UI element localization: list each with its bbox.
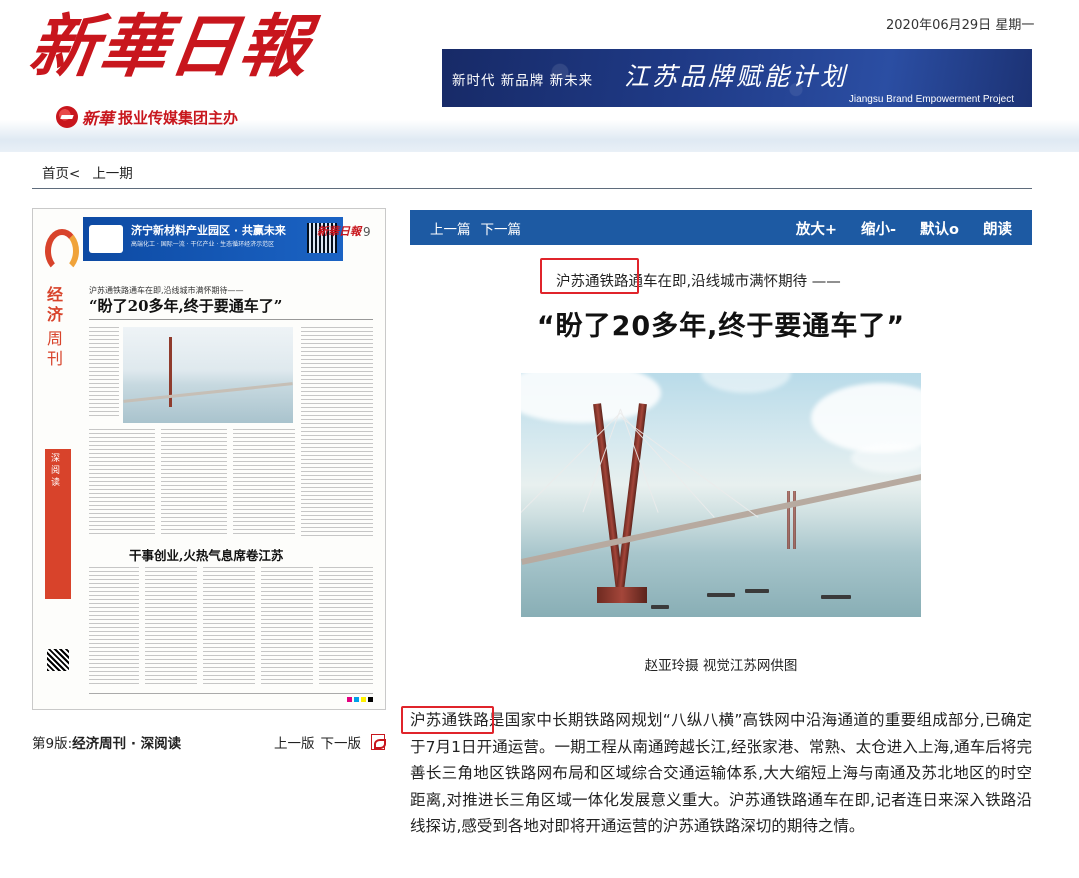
thumbnail-advertisement: 济宁新材料产业园区 · 共赢未来 高端化工 · 国际一流 · 干亿产业 · 生态… bbox=[83, 217, 343, 261]
color-registration-marks bbox=[347, 697, 373, 702]
next-page-link[interactable]: 下一版 bbox=[321, 732, 362, 752]
ad-subtitle: 高端化工 · 国际一流 · 干亿产业 · 生态循环经济示范区 bbox=[131, 241, 275, 248]
xinhua-logo-icon bbox=[56, 106, 78, 128]
photo-cloud bbox=[851, 443, 921, 473]
thumbnail-footer-rule bbox=[89, 693, 373, 694]
thumb-deck bbox=[123, 382, 293, 403]
default-size-button[interactable]: 默认o bbox=[920, 218, 959, 239]
publisher-text: 报业传媒集团主办 bbox=[118, 108, 239, 127]
swirl-logo-icon bbox=[45, 229, 79, 273]
site-header: 新華日報 新華 报业传媒集团主办 2020年06月29日 星期一 新时代 新品牌… bbox=[0, 0, 1079, 152]
column-name-weekly: 周刊 bbox=[47, 329, 64, 368]
read-aloud-button[interactable]: 朗读 bbox=[983, 218, 1012, 239]
bridge-photo[interactable] bbox=[521, 373, 921, 617]
thumbnail-text-column bbox=[319, 567, 373, 687]
newspaper-page-thumbnail[interactable]: 济宁新材料产业园区 · 共赢未来 高端化工 · 国际一流 · 干亿产业 · 生态… bbox=[32, 208, 386, 710]
page-caption-prefix: 第9版: bbox=[32, 736, 73, 752]
publisher-line: 新華 报业传媒集团主办 bbox=[56, 104, 238, 130]
ad-title: 济宁新材料产业园区 · 共赢未来 bbox=[131, 224, 286, 237]
thumbnail-masthead: 新華日報 bbox=[317, 225, 361, 238]
thumbnail-text-column bbox=[89, 567, 139, 687]
ad-logo-icon bbox=[89, 225, 123, 253]
thumbnail-qr-icon bbox=[47, 649, 69, 671]
thumbnail-bridge-photo bbox=[123, 327, 293, 423]
prev-issue-link[interactable]: 上一期 bbox=[92, 162, 133, 182]
photo-credit: 赵亚玲摄 视觉江苏网供图 bbox=[644, 658, 798, 674]
article-headline: “盼了20多年,终于要通车了” bbox=[536, 311, 906, 342]
thumbnail-rule bbox=[89, 319, 373, 320]
masthead-logo[interactable]: 新華日報 bbox=[24, 2, 315, 92]
article-toolbar: 上一篇 下一篇 放大+ 缩小- 默认o 朗读 bbox=[410, 210, 1032, 245]
highlight-box bbox=[540, 258, 639, 294]
river-ship bbox=[745, 589, 769, 593]
bridge-deck bbox=[521, 473, 921, 565]
prev-article-link[interactable]: 上一篇 bbox=[430, 218, 471, 238]
issue-date: 2020年06月29日 星期一 bbox=[886, 14, 1034, 33]
bridge-tower-far bbox=[787, 491, 790, 549]
reading-controls: 放大+ 缩小- 默认o 朗读 bbox=[796, 218, 1012, 239]
photo-cloud bbox=[701, 373, 791, 393]
column-name-economy: 经济 bbox=[47, 285, 64, 324]
thumbnail-subheadline: 干事创业,火热气息席卷江苏 bbox=[129, 548, 284, 563]
river-ship bbox=[707, 593, 735, 597]
publisher-brand: 新華 bbox=[82, 109, 115, 128]
page-caption-name[interactable]: 经济周刊 · 深阅读 bbox=[72, 736, 181, 752]
river-ship bbox=[651, 605, 669, 609]
bridge-tower-base bbox=[597, 587, 647, 603]
thumbnail-text-column bbox=[233, 429, 295, 535]
article-nav: 上一篇 下一篇 bbox=[430, 218, 521, 238]
thumbnail-headline: “盼了20多年,终于要通车了” bbox=[89, 297, 283, 315]
article-body: 沪苏通铁路是国家中长期铁路网规划“八纵八横”高铁网中沿海通道的重要组成部分,已确… bbox=[410, 711, 1032, 835]
zoom-in-button[interactable]: 放大+ bbox=[796, 218, 837, 239]
thumbnail-text-column bbox=[261, 567, 313, 687]
page-caption: 第9版:经济周刊 · 深阅读 bbox=[32, 732, 181, 752]
thumbnail-text-column bbox=[89, 429, 155, 535]
next-article-link[interactable]: 下一篇 bbox=[481, 218, 522, 238]
thumbnail-text-column bbox=[301, 327, 373, 537]
prev-page-link[interactable]: 上一版 bbox=[274, 732, 315, 752]
highlight-box bbox=[401, 706, 494, 734]
deep-read-tag: 深阅读 bbox=[45, 449, 71, 599]
thumbnail-text-column bbox=[145, 567, 197, 687]
zoom-out-button[interactable]: 缩小- bbox=[861, 218, 896, 239]
brand-banner[interactable]: 新时代 新品牌 新未来 江苏品牌赋能计划 Jiangsu Brand Empow… bbox=[442, 49, 1032, 107]
banner-title: 江苏品牌赋能计划 bbox=[624, 62, 849, 91]
breadcrumb: 首页< 上一期 bbox=[32, 162, 1032, 189]
pdf-icon[interactable] bbox=[371, 734, 386, 750]
weekday-text: 星期一 bbox=[995, 18, 1035, 33]
thumbnail-text-column bbox=[203, 567, 255, 687]
thumbnail-page-number: 9 bbox=[363, 225, 371, 239]
date-text: 2020年06月29日 bbox=[886, 18, 992, 33]
page-navigation: 上一版 下一版 bbox=[274, 732, 386, 752]
home-link[interactable]: 首页< bbox=[42, 162, 80, 182]
river-ship bbox=[821, 595, 851, 599]
banner-slogans: 新时代 新品牌 新未来 bbox=[452, 73, 594, 89]
thumbnail-text-column bbox=[161, 429, 227, 535]
photo-cloud bbox=[811, 383, 921, 453]
thumbnail-text-column bbox=[89, 327, 119, 417]
banner-subtitle: Jiangsu Brand Empowerment Project bbox=[848, 94, 1014, 105]
